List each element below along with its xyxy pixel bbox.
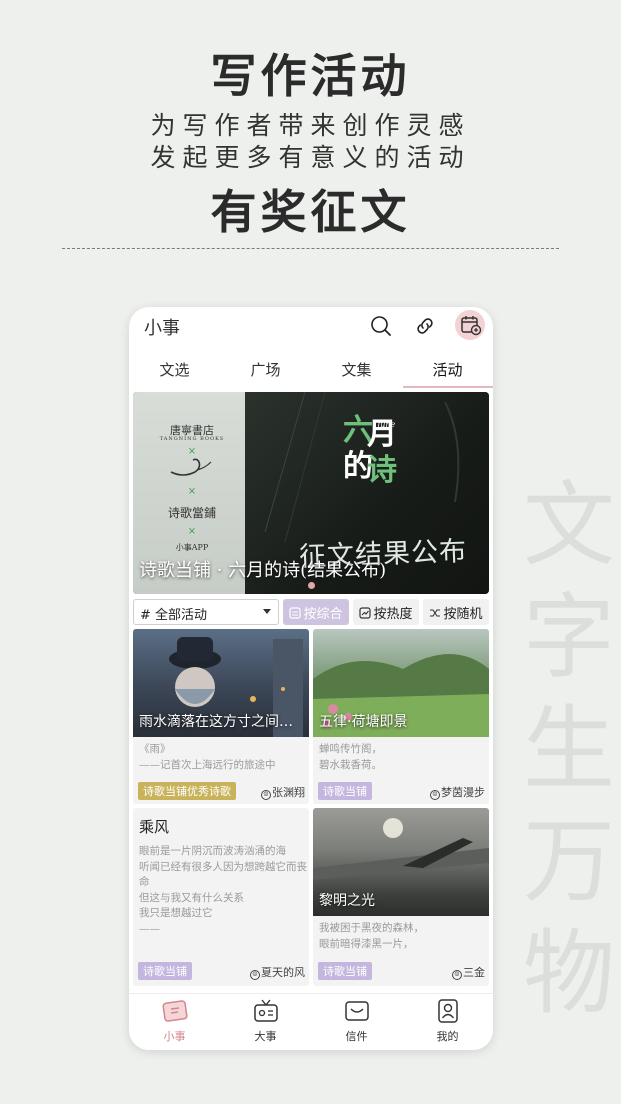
- nav-label: 信件: [345, 1030, 368, 1043]
- card-tag[interactable]: 诗歌当铺: [318, 962, 372, 980]
- card-author[interactable]: ☺ 三金: [452, 964, 485, 980]
- app-name: 小事: [144, 318, 180, 339]
- partner-shop: 诗歌當鋪: [167, 506, 216, 520]
- sort-hot-button[interactable]: 按热度: [353, 599, 419, 625]
- card-image-title: 雨水滴落在这方寸之间…: [139, 714, 293, 730]
- card-image-title: 黎明之光: [319, 893, 375, 909]
- bg-char: 万: [522, 808, 615, 915]
- top-bar: 小事: [129, 307, 493, 347]
- activity-card[interactable]: 雨水滴落在这方寸之间… 《雨》 ——记首次上海远行的旅途中 诗歌当铺优秀诗歌 ☺…: [133, 629, 309, 804]
- promo-title-2: 有奖征文: [210, 185, 411, 239]
- author-name: 三金: [463, 966, 485, 979]
- swan-logo-icon: [170, 458, 212, 476]
- month-char: 月: [367, 417, 397, 452]
- banner-month-title: 六 月 的 诗: [343, 414, 403, 488]
- tab-wenxuan[interactable]: 文选: [129, 359, 220, 380]
- nav-xiaoshi[interactable]: 小事: [129, 998, 220, 1044]
- author-name: 梦茵漫步: [441, 786, 485, 799]
- cross-mark: ×: [187, 526, 197, 537]
- card-tag[interactable]: 诗歌当铺: [138, 962, 192, 980]
- sort-random-button[interactable]: 按随机: [423, 599, 489, 625]
- card-excerpt: 眼前是一片阴沉而波涛汹涌的海 听闻已经有很多人因为想跨越它而丧命 但这与我又有什…: [139, 845, 307, 935]
- card-excerpt: 蝉鸣传竹阁， 碧水栽香荷。: [319, 743, 382, 771]
- author-name: 张渊翔: [272, 786, 305, 799]
- bg-char: 文: [522, 472, 615, 579]
- tab-huodong[interactable]: 活动: [402, 359, 493, 380]
- phone-screen: 小事 文选 广场 文集 活动 唐寧書店 TANGNING BOOKS × × 诗…: [129, 307, 493, 1050]
- mail-icon: [344, 1001, 369, 1021]
- main-tabs: 文选 广场 文集 活动: [129, 353, 493, 389]
- month-char: 诗: [367, 453, 397, 488]
- background-calligraphy: 文 字 生 万 物: [521, 470, 617, 1030]
- card-excerpt: 《雨》 ——记首次上海远行的旅途中: [139, 743, 276, 771]
- promo-title: 写作活动: [210, 49, 411, 103]
- nav-label: 小事: [163, 1030, 186, 1043]
- person-icon: ☺: [261, 790, 271, 800]
- card-author[interactable]: ☺ 夏天的风: [250, 964, 305, 980]
- activity-filter-select[interactable]: # 全部活动: [133, 599, 279, 625]
- carousel-indicator[interactable]: [308, 582, 315, 589]
- profile-icon: [437, 999, 458, 1023]
- tab-wenji[interactable]: 文集: [311, 359, 402, 380]
- promo-line-1: 为写作者带来创作灵感: [150, 111, 471, 140]
- sort-label: 按随机: [443, 607, 483, 622]
- partner-app: 小事APP: [175, 543, 209, 552]
- card-author[interactable]: ☺ 梦茵漫步: [430, 784, 485, 800]
- card-image-title: 五律·荷塘即景: [319, 714, 408, 730]
- activity-banner[interactable]: 唐寧書店 TANGNING BOOKS × × 诗歌當鋪 × 小事APP Jun…: [133, 392, 489, 594]
- calendar-add-icon[interactable]: [455, 310, 485, 340]
- nav-wode[interactable]: 我的: [402, 998, 493, 1044]
- bg-char: 物: [522, 920, 615, 1027]
- search-icon[interactable]: [369, 314, 393, 338]
- person-icon: ☺: [452, 970, 462, 980]
- bottom-navigation: 小事 大事 信件 我的: [129, 993, 493, 1050]
- tab-guangchang[interactable]: 广场: [220, 359, 311, 380]
- trend-icon: [359, 607, 372, 619]
- nav-label: 大事: [254, 1030, 277, 1043]
- active-tab-indicator: [403, 386, 493, 388]
- filter-row: # 全部活动 按综合 按热度 按随机: [133, 599, 489, 625]
- activity-card[interactable]: 五律·荷塘即景 蝉鸣传竹阁， 碧水栽香荷。 诗歌当铺 ☺ 梦茵漫步: [313, 629, 489, 804]
- promo-line-2: 发起更多有意义的活动: [150, 143, 471, 172]
- nav-dashi[interactable]: 大事: [220, 998, 311, 1044]
- person-icon: ☺: [250, 970, 260, 980]
- nav-xinjian[interactable]: 信件: [311, 998, 402, 1044]
- link-icon[interactable]: [413, 314, 437, 338]
- cross-mark: ×: [187, 486, 197, 497]
- activity-card[interactable]: 黎明之光 我被困于黑夜的森林， 眼前暗得漆黑一片， 诗歌当铺 ☺ 三金: [313, 808, 489, 986]
- sort-comprehensive-button[interactable]: 按综合: [283, 599, 349, 625]
- card-author[interactable]: ☺ 张渊翔: [261, 784, 305, 800]
- card-title: 乘风: [139, 818, 170, 836]
- activity-card[interactable]: 乘风 眼前是一片阴沉而波涛汹涌的海 听闻已经有很多人因为想跨越它而丧命 但这与我…: [133, 808, 309, 986]
- bg-char: 生: [522, 696, 615, 803]
- card-tag[interactable]: 诗歌当铺: [318, 782, 372, 800]
- person-icon: ☺: [430, 790, 440, 800]
- sort-label: 按综合: [303, 607, 343, 622]
- shuffle-icon: [430, 609, 441, 617]
- partner-brand-sub: TANGNING BOOKS: [159, 436, 225, 442]
- list-icon: [289, 607, 302, 619]
- divider: [62, 248, 559, 249]
- banner-caption: 诗歌当铺 · 六月的诗(结果公布): [139, 560, 387, 581]
- bg-char: 字: [522, 584, 615, 691]
- filter-select-label: # 全部活动: [140, 608, 208, 623]
- dropdown-caret-icon: [263, 609, 271, 614]
- nav-label: 我的: [436, 1030, 459, 1043]
- home-doc-icon: [162, 1000, 187, 1022]
- radio-icon: [253, 999, 278, 1022]
- card-excerpt: 我被困于黑夜的森林， 眼前暗得漆黑一片，: [319, 922, 424, 950]
- card-tag[interactable]: 诗歌当铺优秀诗歌: [138, 782, 236, 800]
- sort-label: 按热度: [373, 607, 413, 622]
- author-name: 夏天的风: [261, 966, 305, 979]
